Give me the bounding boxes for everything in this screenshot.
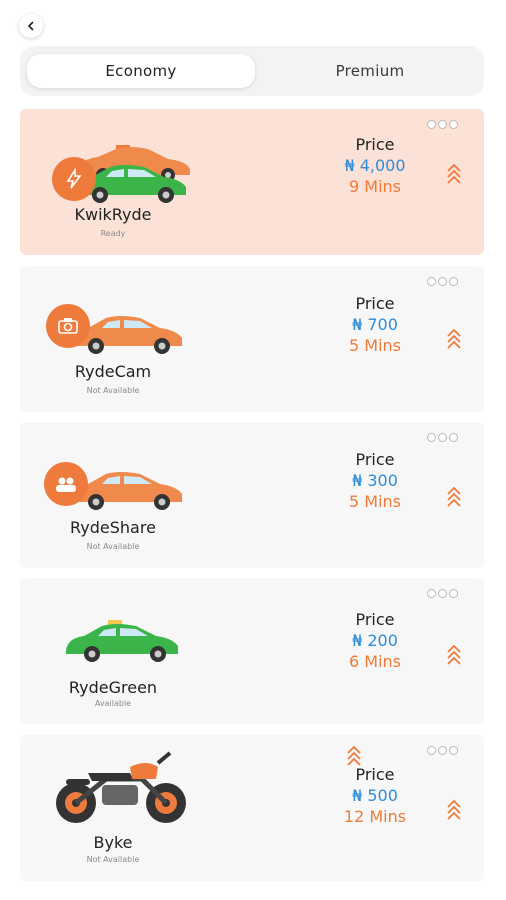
ride-name: RydeShare — [70, 518, 156, 537]
ride-status: Available — [94, 699, 132, 708]
more-options-icon[interactable] — [427, 589, 458, 598]
price-label: Price — [355, 610, 395, 629]
eta-value: 5 Mins — [349, 336, 401, 355]
price-block: Price ₦ 200 6 Mins — [320, 610, 430, 671]
chevron-up-icon — [347, 745, 361, 766]
chevron-up-icon[interactable] — [446, 328, 462, 350]
price-block: Price ₦ 500 12 Mins — [320, 765, 430, 826]
people-icon — [44, 462, 88, 506]
eta-value: 6 Mins — [349, 652, 401, 671]
eta-value: 9 Mins — [349, 177, 401, 196]
price-value: ₦ 200 — [352, 631, 398, 650]
ride-status: Not Available — [86, 386, 140, 395]
ride-card-rydeshare[interactable]: RydeShare Not Available Price ₦ 300 5 Mi… — [20, 422, 484, 568]
back-button[interactable] — [19, 14, 43, 38]
chevron-up-icon[interactable] — [446, 486, 462, 508]
more-options-icon[interactable] — [427, 746, 458, 755]
ride-name: RydeGreen — [68, 678, 158, 697]
ride-card-byke[interactable]: Byke Not Available Price ₦ 500 12 Mins — [20, 735, 484, 881]
ride-status: Not Available — [86, 542, 140, 551]
price-value: ₦ 500 — [352, 786, 398, 805]
chevron-up-icon[interactable] — [446, 644, 462, 666]
ride-card-rydegreen[interactable]: RydeGreen Available Price ₦ 200 6 Mins — [20, 578, 484, 724]
price-label: Price — [355, 450, 395, 469]
more-options-icon[interactable] — [427, 120, 458, 129]
ride-name: KwikRyde — [74, 205, 152, 224]
price-block: Price ₦ 4,000 9 Mins — [320, 135, 430, 196]
ride-status: Ready — [100, 229, 126, 238]
ride-card-rydecam[interactable]: RydeCam Not Available Price ₦ 700 5 Mins — [20, 266, 484, 412]
taxi-icon — [66, 620, 178, 662]
price-value: ₦ 300 — [352, 471, 398, 490]
lightning-badge-icon — [52, 157, 96, 201]
tab-economy[interactable]: Economy — [27, 54, 255, 88]
tab-premium[interactable]: Premium — [256, 54, 484, 88]
motorcycle-icon — [56, 751, 186, 823]
more-options-icon[interactable] — [427, 277, 458, 286]
chevron-up-icon[interactable] — [446, 799, 462, 821]
camera-icon — [46, 304, 90, 348]
chevron-left-icon — [27, 21, 34, 31]
price-block: Price ₦ 300 5 Mins — [320, 450, 430, 511]
ride-name: RydeCam — [74, 362, 152, 381]
chevron-up-icon[interactable] — [446, 163, 462, 185]
eta-value: 5 Mins — [349, 492, 401, 511]
ride-name: Byke — [93, 833, 133, 852]
ride-status: Not Available — [86, 855, 140, 864]
price-label: Price — [355, 135, 395, 154]
ride-category-tabs: Economy Premium — [20, 46, 484, 96]
more-options-icon[interactable] — [427, 433, 458, 442]
price-value: ₦ 700 — [352, 315, 398, 334]
price-label: Price — [355, 294, 395, 313]
price-value: ₦ 4,000 — [344, 156, 406, 175]
price-block: Price ₦ 700 5 Mins — [320, 294, 430, 355]
ride-card-kwikryde[interactable]: KwikRyde Ready Price ₦ 4,000 9 Mins — [20, 109, 484, 255]
eta-value: 12 Mins — [343, 807, 407, 826]
price-label: Price — [355, 765, 395, 784]
